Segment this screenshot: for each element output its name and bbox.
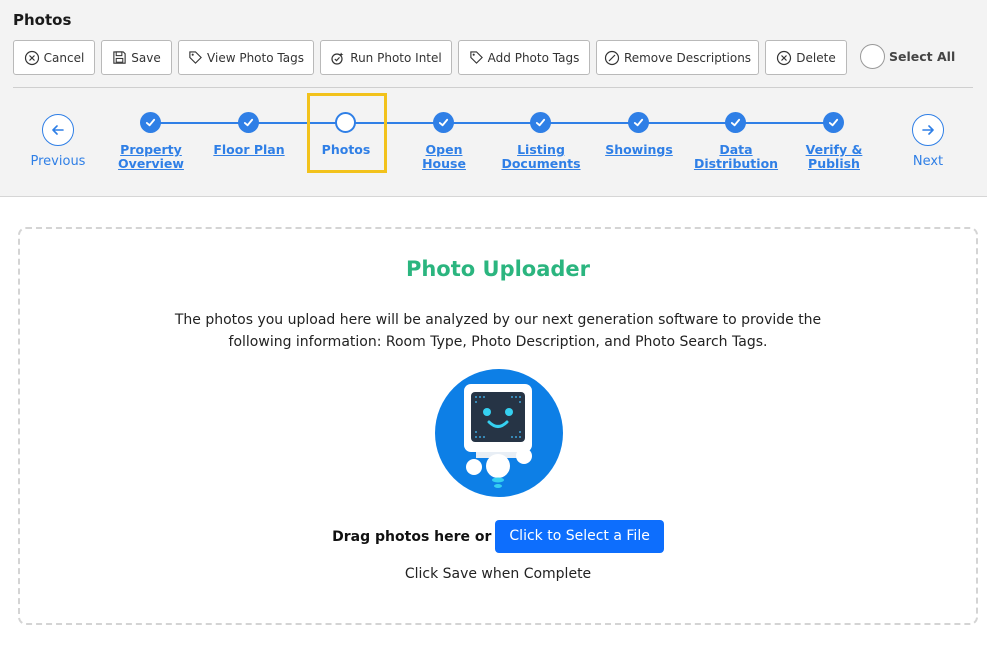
step-floor-plan[interactable]: Floor Plan (199, 143, 299, 157)
check-icon (438, 118, 449, 127)
arrow-left-icon (52, 125, 64, 135)
step-label-line: Distribution (693, 156, 779, 171)
save-icon (113, 51, 126, 64)
add-photo-tags-label: Add Photo Tags (487, 50, 580, 65)
run-photo-intel-label: Run Photo Intel (350, 50, 442, 65)
check-icon (243, 118, 254, 127)
delete-label: Delete (796, 50, 836, 65)
photo-uploader-dropzone[interactable]: Photo Uploader The photos you upload her… (18, 227, 978, 625)
step-label-line: Listing (517, 142, 565, 157)
step-label-line: Overview (118, 156, 184, 171)
select-all-checkbox[interactable] (860, 44, 885, 69)
tag-icon (469, 51, 483, 64)
arrow-right-icon (922, 125, 934, 135)
step-label-line: Publish (808, 156, 860, 171)
view-photo-tags-button[interactable]: View Photo Tags (178, 40, 314, 75)
remove-descriptions-button[interactable]: Remove Descriptions (596, 40, 759, 75)
step-dot-verify-publish[interactable] (823, 112, 844, 133)
check-icon (730, 118, 741, 127)
save-note: Click Save when Complete (404, 566, 592, 582)
step-label-line: House (422, 156, 466, 171)
save-button[interactable]: Save (101, 40, 172, 75)
add-photo-tags-button[interactable]: Add Photo Tags (458, 40, 590, 75)
toolbar-divider (13, 87, 973, 88)
step-open-house[interactable]: Open House (394, 143, 494, 171)
uploader-description: The photos you upload here will be analy… (174, 312, 822, 350)
remove-icon (604, 50, 620, 65)
step-verify-publish[interactable]: Verify & Publish (784, 143, 884, 171)
select-all-toggle[interactable]: Select All (860, 44, 955, 69)
step-dot-property-overview[interactable] (140, 112, 161, 133)
step-label-line: Documents (501, 156, 581, 171)
step-listing-documents[interactable]: Listing Documents (491, 143, 591, 171)
next-button[interactable] (912, 114, 944, 146)
current-step-highlight (307, 93, 387, 173)
cancel-icon (24, 50, 39, 65)
step-dot-floor-plan[interactable] (238, 112, 259, 133)
step-label-line: Verify & (805, 142, 863, 157)
step-label-line: Property (120, 142, 182, 157)
next-label[interactable]: Next (888, 154, 968, 169)
check-icon (535, 118, 546, 127)
drag-text: Drag photos here or (332, 528, 492, 545)
step-dot-showings[interactable] (628, 112, 649, 133)
tag-icon (189, 51, 202, 64)
select-all-label: Select All (889, 49, 956, 64)
run-intel-icon (331, 52, 344, 65)
delete-button[interactable]: Delete (765, 40, 847, 75)
remove-descriptions-label: Remove Descriptions (623, 50, 752, 65)
step-dot-open-house[interactable] (433, 112, 454, 133)
header: Photos Cancel Save View Photo Tags Run P… (0, 0, 987, 197)
select-file-button[interactable]: Click to Select a File (495, 520, 664, 553)
previous-label[interactable]: Previous (18, 154, 98, 169)
run-photo-intel-button[interactable]: Run Photo Intel (320, 40, 452, 75)
step-dot-data-distribution[interactable] (725, 112, 746, 133)
step-property-overview[interactable]: Property Overview (101, 143, 201, 171)
delete-icon (777, 50, 792, 65)
check-icon (828, 118, 839, 127)
save-label: Save (131, 50, 161, 65)
step-showings[interactable]: Showings (589, 143, 689, 157)
previous-button[interactable] (42, 114, 74, 146)
step-label-line: Showings (605, 142, 673, 157)
cancel-label: Cancel (43, 50, 85, 65)
drag-row: Drag photos here or Click to Select a Fi… (20, 520, 976, 553)
step-data-distribution[interactable]: Data Distribution (686, 143, 786, 171)
view-photo-tags-label: View Photo Tags (207, 50, 304, 65)
uploader-title: Photo Uploader (405, 257, 591, 281)
check-icon (633, 118, 644, 127)
page-title: Photos (13, 11, 72, 29)
step-label-line: Data (719, 142, 753, 157)
cancel-button[interactable]: Cancel (13, 40, 95, 75)
check-icon (145, 118, 156, 127)
step-label-line: Open (425, 142, 463, 157)
step-label-line: Floor Plan (213, 142, 285, 157)
robot-icon (435, 369, 563, 497)
step-dot-listing-documents[interactable] (530, 112, 551, 133)
